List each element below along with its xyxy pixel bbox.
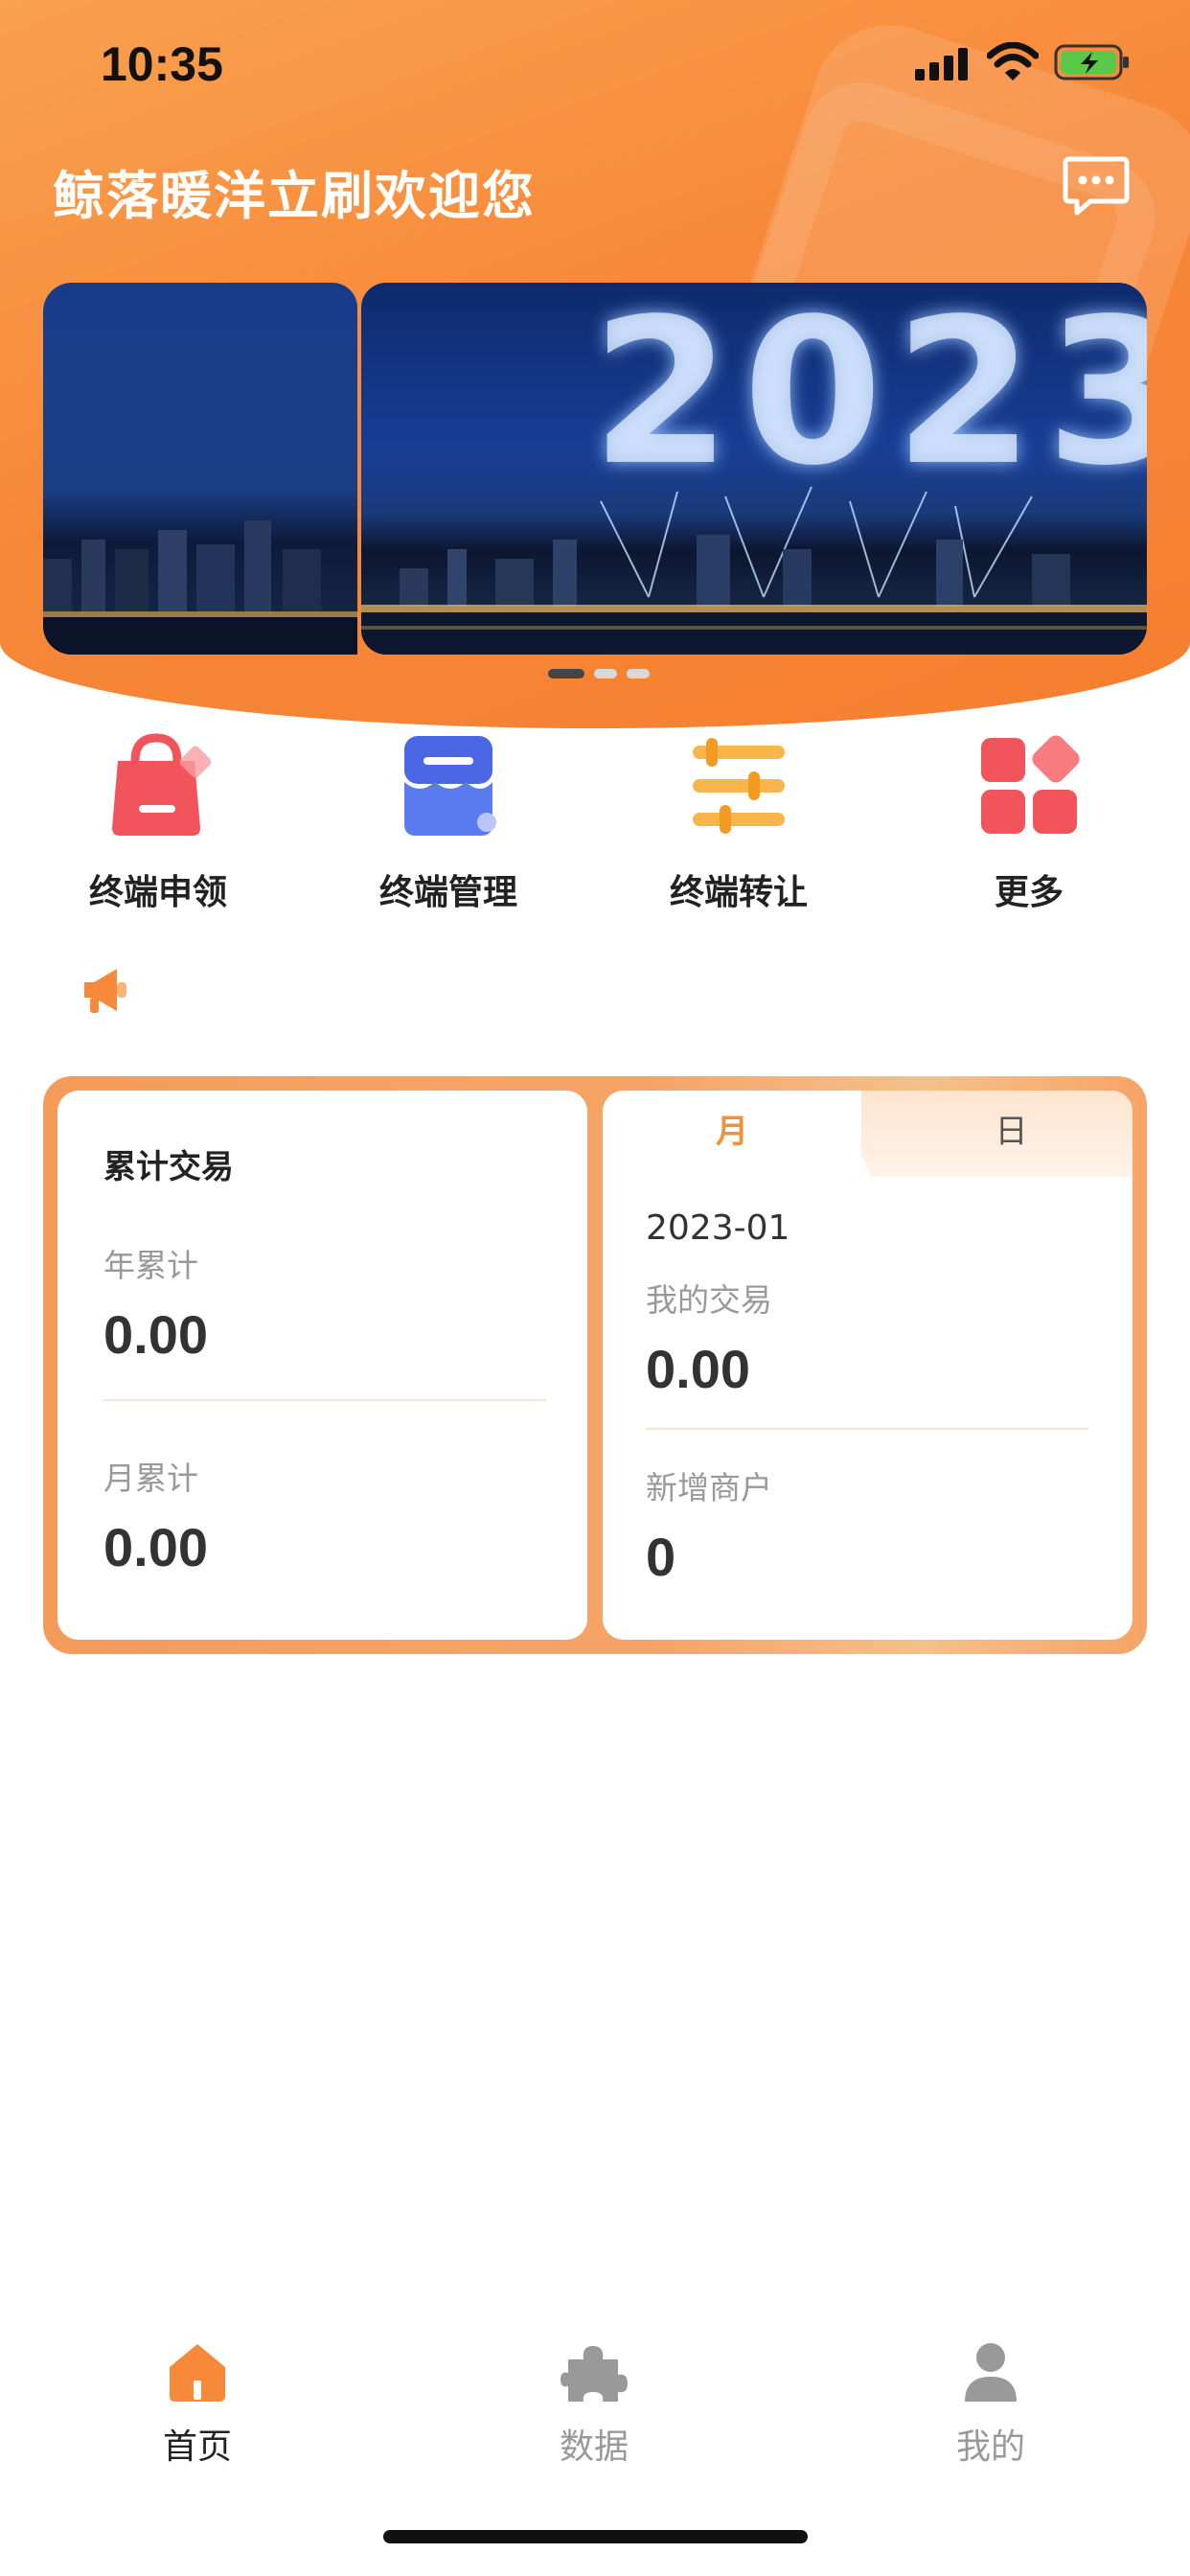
- divider: [646, 1428, 1088, 1430]
- tab-month[interactable]: 月: [603, 1091, 861, 1177]
- menu-terminal-apply[interactable]: 终端申领: [14, 728, 302, 914]
- megaphone-icon[interactable]: [79, 963, 132, 1017]
- tab-data[interactable]: 数据: [498, 2338, 690, 2469]
- store-icon: [391, 728, 506, 843]
- banner-fireworks-text: 2023: [591, 283, 1147, 510]
- bottom-tab-bar: 首页 数据 我的: [0, 2338, 1190, 2482]
- status-time: 10:35: [101, 37, 223, 91]
- period-tabs: 月 日: [603, 1091, 1133, 1177]
- home-icon: [170, 2344, 225, 2402]
- status-bar: 10:35: [0, 0, 1190, 125]
- cumulative-panel: 累计交易 年累计 0.00 月累计 0.00: [57, 1091, 587, 1640]
- menu-terminal-transfer[interactable]: 终端转让: [595, 728, 882, 914]
- banner-carousel[interactable]: 2023: [43, 283, 1147, 655]
- carousel-dot[interactable]: [548, 669, 584, 678]
- divider: [103, 1399, 546, 1401]
- my-trade-label: 我的交易: [646, 1281, 772, 1319]
- tab-label: 我的: [955, 2427, 1025, 2467]
- period-date[interactable]: 2023-01: [646, 1208, 790, 1248]
- puzzle-icon: [561, 2346, 628, 2402]
- month-total-value: 0.00: [103, 1517, 208, 1577]
- new-merchants-value: 0: [646, 1527, 676, 1587]
- tab-home[interactable]: 首页: [102, 2338, 293, 2469]
- carousel-indicator[interactable]: [548, 669, 650, 678]
- grid-icon: [972, 728, 1087, 843]
- banner-slide-current[interactable]: 2023: [361, 283, 1147, 655]
- tab-label: 数据: [559, 2427, 629, 2467]
- new-merchants-label: 新增商户: [646, 1469, 772, 1506]
- menu-label: 终端管理: [378, 873, 517, 912]
- menu-label: 终端转让: [669, 873, 808, 912]
- home-indicator: [383, 2530, 808, 2543]
- welcome-title: 鲸落暖洋立刷欢迎您: [53, 166, 536, 226]
- quick-menu: 终端申领 终端管理 终端转让 更多: [0, 728, 1190, 920]
- tab-mine[interactable]: 我的: [895, 2338, 1087, 2469]
- tab-day[interactable]: 日: [890, 1091, 1133, 1177]
- battery-charging-icon: [1054, 44, 1129, 80]
- message-button[interactable]: [1062, 155, 1131, 218]
- tab-label: 首页: [162, 2427, 232, 2467]
- year-total-label: 年累计: [103, 1247, 198, 1284]
- chat-bubble-icon: [1063, 156, 1130, 216]
- sliders-icon: [681, 728, 796, 843]
- menu-more[interactable]: 更多: [885, 728, 1173, 914]
- menu-label: 更多: [994, 873, 1064, 912]
- period-panel: 月 日 2023-01 我的交易 0.00 新增商户 0: [603, 1091, 1133, 1640]
- cellular-signal-icon: [915, 48, 968, 80]
- banner-slide-previous[interactable]: [43, 283, 357, 655]
- carousel-dot[interactable]: [627, 669, 650, 678]
- person-icon: [965, 2343, 1017, 2402]
- carousel-dot[interactable]: [594, 669, 617, 678]
- wifi-icon: [987, 42, 1039, 80]
- month-total-label: 月累计: [103, 1460, 198, 1497]
- year-total-value: 0.00: [103, 1304, 208, 1365]
- menu-label: 终端申领: [88, 873, 227, 912]
- city-skyline-image: [43, 520, 357, 655]
- shopping-bag-icon: [101, 728, 216, 843]
- my-trade-value: 0.00: [646, 1339, 750, 1399]
- fireworks-cityscape-image: [361, 486, 1147, 655]
- stats-card: 累计交易 年累计 0.00 月累计 0.00 月 日 2023-01 我的交易 …: [43, 1076, 1147, 1654]
- cumulative-title: 累计交易: [103, 1148, 234, 1186]
- menu-terminal-manage[interactable]: 终端管理: [305, 728, 592, 914]
